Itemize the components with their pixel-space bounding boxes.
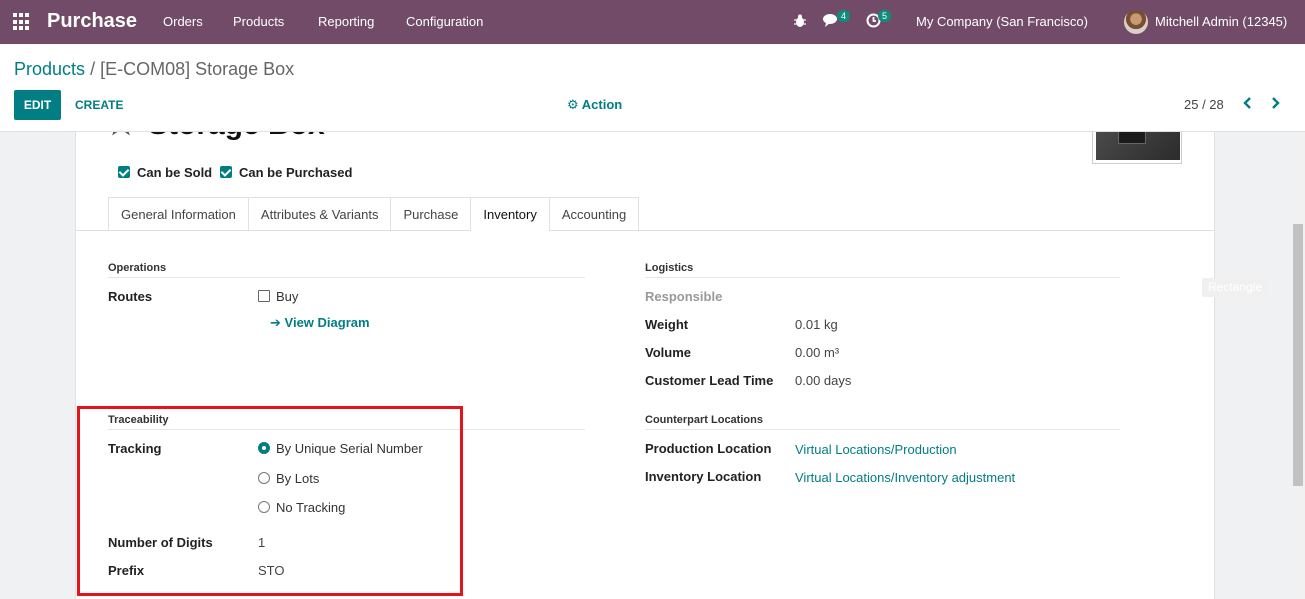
- operations-title: Operations: [108, 262, 167, 274]
- volume-value[interactable]: 0.00 m³: [795, 345, 839, 360]
- can-be-sold-checkbox[interactable]: Can be Sold: [118, 165, 212, 180]
- checkbox-checked-icon: [118, 166, 130, 178]
- menu-orders[interactable]: Orders: [163, 14, 203, 29]
- tab-attributes-variants[interactable]: Attributes & Variants: [247, 197, 391, 231]
- weight-number: 0.01: [795, 317, 821, 332]
- counterpart-locations-title: Counterpart Locations: [645, 414, 763, 426]
- checkbox-empty-icon: [258, 290, 270, 302]
- weight-value[interactable]: 0.01 kg: [795, 317, 838, 332]
- notebook-tabs: General Information Attributes & Variant…: [108, 197, 640, 231]
- breadcrumb-products-link[interactable]: Products: [14, 59, 85, 79]
- operations-divider: [108, 277, 585, 278]
- messages-badge: 4: [836, 10, 850, 22]
- tab-purchase[interactable]: Purchase: [390, 197, 471, 231]
- weight-label: Weight: [645, 317, 689, 332]
- can-be-sold-label: Can be Sold: [137, 165, 213, 180]
- arrow-right-icon: ➔: [270, 315, 281, 330]
- product-name[interactable]: Storage Box: [148, 132, 325, 142]
- route-buy-checkbox[interactable]: Buy: [258, 289, 298, 304]
- control-panel: Products / [E-COM08] Storage Box EDIT CR…: [0, 44, 1305, 132]
- breadcrumb: Products / [E-COM08] Storage Box: [14, 59, 294, 80]
- production-location-label: Production Location: [645, 441, 772, 456]
- rectangle-tooltip: Rectangle: [1202, 278, 1268, 297]
- action-dropdown[interactable]: ⚙ Action: [567, 97, 622, 113]
- tab-inventory[interactable]: Inventory: [470, 197, 549, 231]
- scrollbar-thumb[interactable]: [1293, 224, 1303, 486]
- chevron-right-icon[interactable]: [1267, 95, 1283, 111]
- logistics-title: Logistics: [645, 262, 694, 274]
- customer-lead-time-value[interactable]: 0.00 days: [795, 373, 851, 388]
- volume-label: Volume: [645, 345, 691, 360]
- breadcrumb-separator: /: [90, 59, 96, 79]
- star-icon[interactable]: [108, 132, 134, 139]
- view-diagram-link[interactable]: ➔ View Diagram: [270, 315, 370, 331]
- edit-button[interactable]: EDIT: [14, 90, 61, 120]
- tab-accounting[interactable]: Accounting: [548, 197, 640, 231]
- scrollbar[interactable]: [1291, 132, 1305, 599]
- action-label: Action: [581, 97, 623, 112]
- volume-unit: m³: [823, 345, 840, 360]
- menu-reporting[interactable]: Reporting: [318, 14, 374, 29]
- chevron-left-icon[interactable]: [1240, 95, 1256, 111]
- user-menu[interactable]: Mitchell Admin (12345): [1155, 14, 1287, 29]
- menu-configuration[interactable]: Configuration: [406, 14, 483, 29]
- view-diagram-label: View Diagram: [284, 315, 370, 330]
- breadcrumb-current: [E-COM08] Storage Box: [100, 59, 295, 79]
- messages-icon[interactable]: 4: [823, 10, 850, 31]
- debug-icon[interactable]: [793, 13, 807, 32]
- checkbox-checked-icon: [220, 166, 232, 178]
- logistics-divider: [645, 277, 1120, 278]
- responsible-label: Responsible: [645, 289, 723, 304]
- highlight-rectangle: [77, 406, 463, 596]
- avatar[interactable]: [1124, 10, 1148, 34]
- tab-general-information[interactable]: General Information: [108, 197, 248, 231]
- pager-value[interactable]: 25 / 28: [1184, 97, 1224, 112]
- title-area: Storage Box: [75, 132, 1215, 142]
- top-navbar: Purchase Orders Products Reporting Confi…: [0, 0, 1305, 44]
- can-be-purchased-checkbox[interactable]: Can be Purchased: [220, 165, 352, 180]
- production-location-link[interactable]: Virtual Locations/Production: [795, 442, 957, 457]
- route-buy-label: Buy: [276, 289, 299, 304]
- activities-badge: 5: [877, 10, 891, 22]
- can-be-purchased-label: Can be Purchased: [239, 165, 353, 180]
- volume-number: 0.00: [795, 345, 821, 360]
- gear-icon: ⚙: [567, 97, 579, 112]
- customer-lead-time-label: Customer Lead Time: [645, 373, 774, 388]
- create-button[interactable]: CREATE: [75, 90, 123, 120]
- app-name[interactable]: Purchase: [47, 10, 137, 33]
- inventory-location-link[interactable]: Virtual Locations/Inventory adjustment: [795, 470, 1015, 485]
- apps-menu-icon[interactable]: [13, 13, 31, 31]
- counterpart-divider: [645, 429, 1120, 430]
- menu-products[interactable]: Products: [233, 14, 284, 29]
- activities-icon[interactable]: 5: [866, 10, 891, 31]
- routes-label: Routes: [108, 289, 153, 304]
- company-switcher[interactable]: My Company (San Francisco): [916, 14, 1088, 29]
- weight-unit: kg: [823, 317, 838, 332]
- product-image[interactable]: [1092, 132, 1182, 164]
- inventory-location-label: Inventory Location: [645, 469, 762, 484]
